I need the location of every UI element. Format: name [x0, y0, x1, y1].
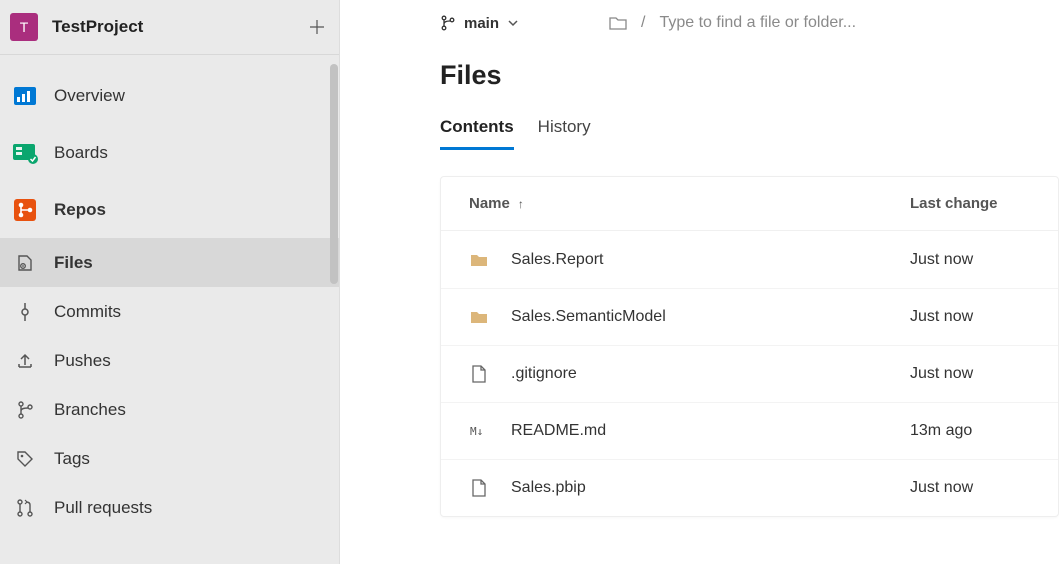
pushes-icon — [14, 350, 36, 372]
nav-label: Pushes — [54, 351, 111, 371]
nav-label: Branches — [54, 400, 126, 420]
project-header: T TestProject — [0, 0, 339, 55]
file-table: Name ↑ Last change Sales.ReportJust nowS… — [440, 176, 1059, 517]
table-row[interactable]: Sales.SemanticModel Just now — [441, 288, 1058, 345]
sidebar: T TestProject Overview Boards Repos — [0, 0, 340, 564]
nav-item-pull-requests[interactable]: Pull requests — [0, 483, 339, 532]
nav-item-repos[interactable]: Repos — [0, 181, 339, 238]
file-icon — [469, 364, 489, 384]
last-change: Just now — [910, 251, 1030, 269]
nav-label: Commits — [54, 302, 121, 322]
nav-item-branches[interactable]: Branches — [0, 385, 339, 434]
add-project-button[interactable] — [305, 15, 329, 39]
nav-section: Overview Boards Repos Files Commits — [0, 55, 339, 532]
nav-label: Boards — [54, 143, 108, 163]
file-icon — [469, 478, 489, 498]
file-name: .gitignore — [511, 365, 577, 383]
page-title: Files — [440, 60, 1059, 91]
path-search-input[interactable] — [659, 14, 959, 32]
project-avatar[interactable]: T — [10, 13, 38, 41]
nav-label: Tags — [54, 449, 90, 469]
file-name: Sales.SemanticModel — [511, 308, 666, 326]
nav-label: Repos — [54, 200, 106, 220]
branch-name: main — [464, 15, 499, 32]
repos-icon — [10, 195, 40, 225]
column-name-header[interactable]: Name ↑ — [469, 195, 910, 212]
branch-selector[interactable]: main — [440, 15, 519, 32]
main-content: main / Files Contents History Name ↑ Las… — [340, 0, 1059, 564]
tab-history[interactable]: History — [538, 117, 591, 150]
tags-icon — [14, 448, 36, 470]
sidebar-scrollbar[interactable] — [329, 56, 339, 564]
last-change: Just now — [910, 479, 1030, 497]
nav-item-boards[interactable]: Boards — [0, 124, 339, 181]
file-name: Sales.Report — [511, 251, 604, 269]
scrollbar-thumb[interactable] — [330, 64, 338, 284]
folder-root-icon[interactable] — [609, 15, 627, 31]
last-change: Just now — [910, 308, 1030, 326]
nav-item-files[interactable]: Files — [0, 238, 339, 287]
svg-text:M↓: M↓ — [470, 425, 483, 438]
folder-icon — [469, 307, 489, 327]
table-row[interactable]: M↓ README.md 13m ago — [441, 402, 1058, 459]
tab-contents[interactable]: Contents — [440, 117, 514, 150]
file-name: README.md — [511, 422, 606, 440]
table-header: Name ↑ Last change — [441, 177, 1058, 231]
nav-item-commits[interactable]: Commits — [0, 287, 339, 336]
breadcrumb: / — [609, 14, 959, 32]
nav-item-overview[interactable]: Overview — [0, 67, 339, 124]
commits-icon — [14, 301, 36, 323]
overview-icon — [10, 81, 40, 111]
column-name-label: Name — [469, 195, 510, 212]
table-row[interactable]: .gitignore Just now — [441, 345, 1058, 402]
last-change: Just now — [910, 365, 1030, 383]
plus-icon — [310, 20, 324, 34]
boards-icon — [10, 138, 40, 168]
nav-label: Overview — [54, 86, 125, 106]
nav-label: Files — [54, 253, 93, 273]
sort-ascending-icon: ↑ — [518, 197, 524, 211]
table-row[interactable]: Sales.Report Just now — [441, 231, 1058, 288]
branch-icon — [440, 15, 456, 31]
nav-item-tags[interactable]: Tags — [0, 434, 339, 483]
topbar: main / — [340, 0, 1059, 32]
file-name: Sales.pbip — [511, 479, 586, 497]
nav-item-pushes[interactable]: Pushes — [0, 336, 339, 385]
breadcrumb-separator: / — [641, 14, 645, 32]
tabs: Contents History — [440, 117, 1059, 150]
folder-icon — [469, 250, 489, 270]
project-name[interactable]: TestProject — [52, 17, 305, 37]
markdown-icon: M↓ — [469, 421, 489, 441]
branches-icon — [14, 399, 36, 421]
nav-label: Pull requests — [54, 498, 152, 518]
files-icon — [14, 252, 36, 274]
table-row[interactable]: Sales.pbip Just now — [441, 459, 1058, 516]
last-change: 13m ago — [910, 422, 1030, 440]
pull-requests-icon — [14, 497, 36, 519]
chevron-down-icon — [507, 17, 519, 29]
column-change-header[interactable]: Last change — [910, 195, 1030, 212]
